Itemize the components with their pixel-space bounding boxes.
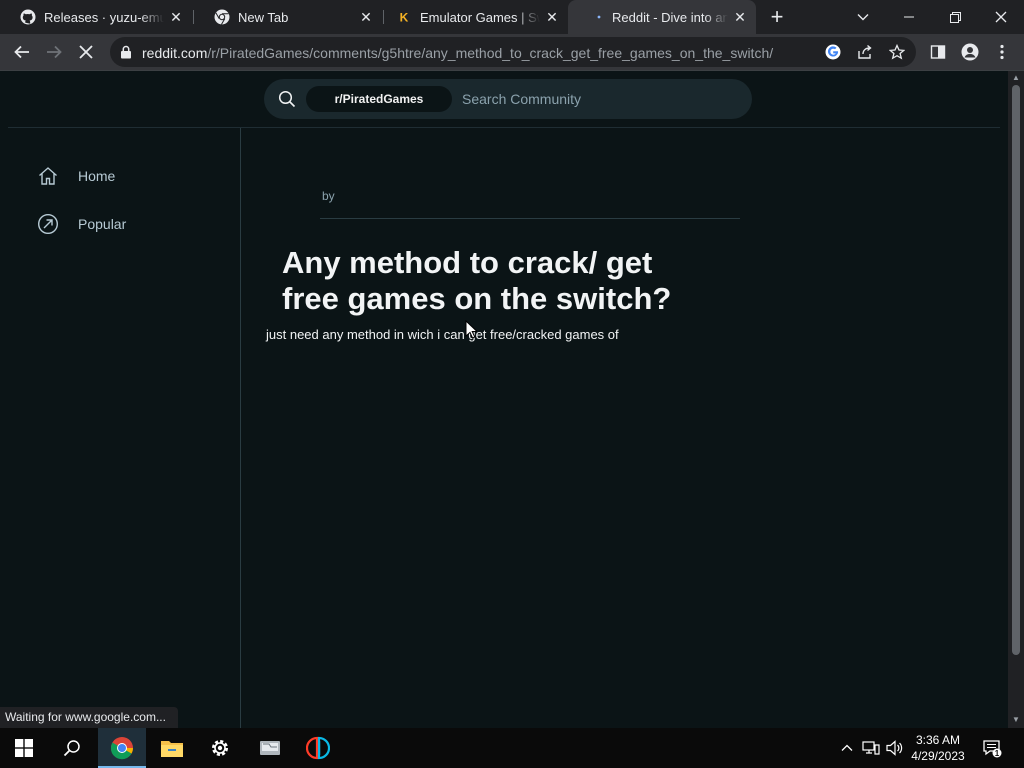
bookmark-star-icon[interactable]	[888, 43, 906, 61]
url-path: /r/PiratedGames/comments/g5htre/any_meth…	[207, 45, 774, 61]
notification-count: 1	[995, 749, 1000, 758]
chrome-icon	[214, 9, 230, 25]
svg-text:K: K	[400, 11, 409, 25]
post-divider	[320, 218, 740, 219]
browser-tab-strip: Releases · yuzu-emu/yuzu-mainline ✕ New …	[0, 0, 1024, 34]
left-sidebar: Home Popular	[0, 128, 241, 728]
post-author-byline: by	[322, 189, 335, 203]
page-scrollbar[interactable]: ▲ ▼	[1008, 71, 1024, 728]
side-panel-icon[interactable]	[924, 38, 952, 66]
folder-icon	[161, 741, 183, 757]
sidebar-item-home[interactable]: Home	[36, 164, 115, 188]
forward-button[interactable]	[40, 38, 68, 66]
taskbar-search-button[interactable]	[48, 728, 96, 768]
sidebar-item-popular[interactable]: Popular	[36, 212, 126, 236]
sidebar-item-label: Home	[78, 168, 116, 184]
tab-reddit[interactable]: Reddit - Dive into anything ✕	[568, 0, 756, 34]
windows-taskbar: 3:36 AM 4/29/2023 1	[0, 728, 1024, 768]
reddit-page: r/PiratedGames Search Community Home Pop…	[0, 71, 1008, 728]
search-input[interactable]: Search Community	[462, 91, 581, 107]
minimize-button[interactable]	[886, 0, 932, 34]
popular-arrow-icon	[36, 212, 60, 236]
browser-toolbar: reddit.com/r/PiratedGames/comments/g5htr…	[0, 34, 1024, 71]
browser-menu-icon[interactable]	[988, 38, 1016, 66]
profile-avatar-icon[interactable]	[956, 38, 984, 66]
mouse-cursor-icon	[465, 320, 477, 339]
close-tab-icon[interactable]: ✕	[168, 9, 184, 25]
tab-releases-yuzu[interactable]: Releases · yuzu-emu/yuzu-mainline ✕	[0, 0, 192, 34]
close-window-button[interactable]	[978, 0, 1024, 34]
tab-emulator-games[interactable]: K Emulator Games | Switch ROMs ✕	[376, 0, 568, 34]
windows-logo-icon	[15, 739, 33, 757]
gear-icon	[212, 740, 228, 756]
community-chip[interactable]: r/PiratedGames	[306, 86, 452, 112]
start-button[interactable]	[0, 728, 48, 768]
scroll-down-arrow-icon[interactable]: ▼	[1012, 716, 1020, 724]
browser-status-bubble: Waiting for www.google.com...	[0, 707, 178, 728]
taskbar-chrome[interactable]	[98, 728, 146, 768]
tab-title: Emulator Games | Switch ROMs	[420, 9, 540, 25]
yuzu-icon	[306, 736, 330, 760]
screen: Releases · yuzu-emu/yuzu-mainline ✕ New …	[0, 0, 1024, 768]
volume-icon[interactable]	[884, 728, 906, 768]
tab-title: New Tab	[238, 9, 289, 25]
stop-loading-button[interactable]	[72, 38, 100, 66]
post-title: Any method to crack/ get free games on t…	[282, 245, 672, 316]
lock-icon[interactable]	[120, 45, 132, 59]
home-icon	[36, 164, 60, 188]
clock-date: 4/29/2023	[911, 749, 965, 763]
share-icon[interactable]	[856, 43, 874, 61]
scrollbar-thumb[interactable]	[1012, 85, 1020, 655]
community-search-bar[interactable]: r/PiratedGames Search Community	[264, 79, 752, 119]
taskbar-settings[interactable]	[196, 728, 244, 768]
notification-center-button[interactable]: 1	[980, 728, 1004, 768]
taskbar-file-explorer[interactable]	[148, 728, 196, 768]
taskbar-clock[interactable]: 3:36 AM 4/29/2023	[906, 732, 970, 764]
github-icon	[20, 9, 36, 25]
taskbar-yuzu[interactable]	[294, 728, 342, 768]
close-tab-icon[interactable]: ✕	[544, 9, 560, 25]
notification-icon: 1	[983, 740, 1002, 758]
show-hidden-icons-chevron-icon[interactable]	[838, 728, 856, 768]
restore-button[interactable]	[932, 0, 978, 34]
close-tab-icon[interactable]: ✕	[732, 9, 748, 25]
tab-title: Releases · yuzu-emu/yuzu-mainline	[44, 9, 164, 25]
url-host: reddit.com	[142, 45, 208, 61]
clock-time: 3:36 AM	[915, 733, 961, 747]
search-icon	[278, 90, 296, 108]
tab-title: Reddit - Dive into anything	[612, 9, 728, 25]
tab-new-tab[interactable]: New Tab ✕	[194, 0, 382, 34]
search-icon	[63, 740, 80, 757]
k-logo-icon: K	[396, 9, 412, 25]
url-text[interactable]: reddit.com/r/PiratedGames/comments/g5htr…	[142, 45, 773, 61]
new-tab-button[interactable]: +	[766, 6, 788, 29]
sidebar-item-label: Popular	[78, 216, 127, 232]
disk-tool-icon	[260, 741, 280, 755]
taskbar-app-drive[interactable]	[246, 728, 294, 768]
loading-dot-icon	[588, 9, 604, 25]
close-tab-icon[interactable]: ✕	[358, 9, 374, 25]
network-icon[interactable]	[860, 728, 882, 768]
google-lens-icon[interactable]	[824, 43, 842, 61]
scroll-up-arrow-icon[interactable]: ▲	[1012, 74, 1020, 82]
back-button[interactable]	[8, 38, 36, 66]
tab-search-chevron-icon[interactable]	[840, 0, 886, 34]
post-body: just need any method in wich i can get f…	[266, 327, 619, 342]
address-bar[interactable]: reddit.com/r/PiratedGames/comments/g5htr…	[110, 37, 916, 67]
chrome-icon	[110, 737, 133, 760]
